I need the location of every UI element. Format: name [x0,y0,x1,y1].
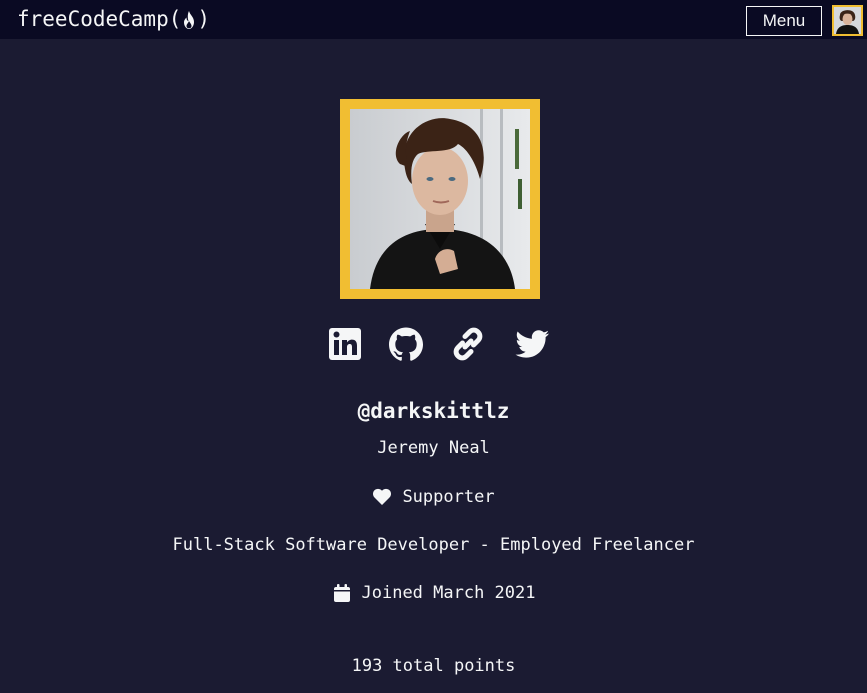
heart-icon [373,488,392,505]
twitter-icon[interactable] [514,326,550,362]
avatar-image [834,7,861,34]
supporter-badge: Supporter [0,485,867,509]
supporter-label: Supporter [402,487,495,507]
joined-text: Joined March 2021 [361,583,536,603]
calendar-icon [333,584,350,602]
logo-open-paren: ( [168,7,182,31]
social-links [328,326,550,362]
profile-full-name: Jeremy Neal [377,438,490,458]
bio-text: Full-Stack Software Developer - Employed… [172,535,695,555]
github-icon[interactable] [388,326,424,362]
profile-photo [350,109,530,289]
navbar: freeCodeCamp ( ) Menu [0,0,867,39]
flame-icon [184,11,195,29]
user-avatar[interactable] [832,5,863,36]
freecodecamp-logo[interactable]: freeCodeCamp ( ) [17,5,210,33]
total-points: 193 total points [0,654,867,678]
profile-main: @darkskittlz Jeremy Neal Supporter Full-… [0,39,867,693]
profile-bio: Full-Stack Software Developer - Employed… [0,533,867,557]
logo-close-paren: ) [197,7,211,31]
linkedin-icon[interactable] [328,326,364,362]
profile-picture [340,99,540,299]
profile-username: @darkskittlz [357,399,510,423]
link-icon[interactable] [450,326,486,362]
joined-date: Joined March 2021 [0,581,867,605]
points-text: 193 total points [351,656,516,676]
menu-button[interactable]: Menu [746,6,822,36]
logo-text: freeCodeCamp [17,7,169,31]
